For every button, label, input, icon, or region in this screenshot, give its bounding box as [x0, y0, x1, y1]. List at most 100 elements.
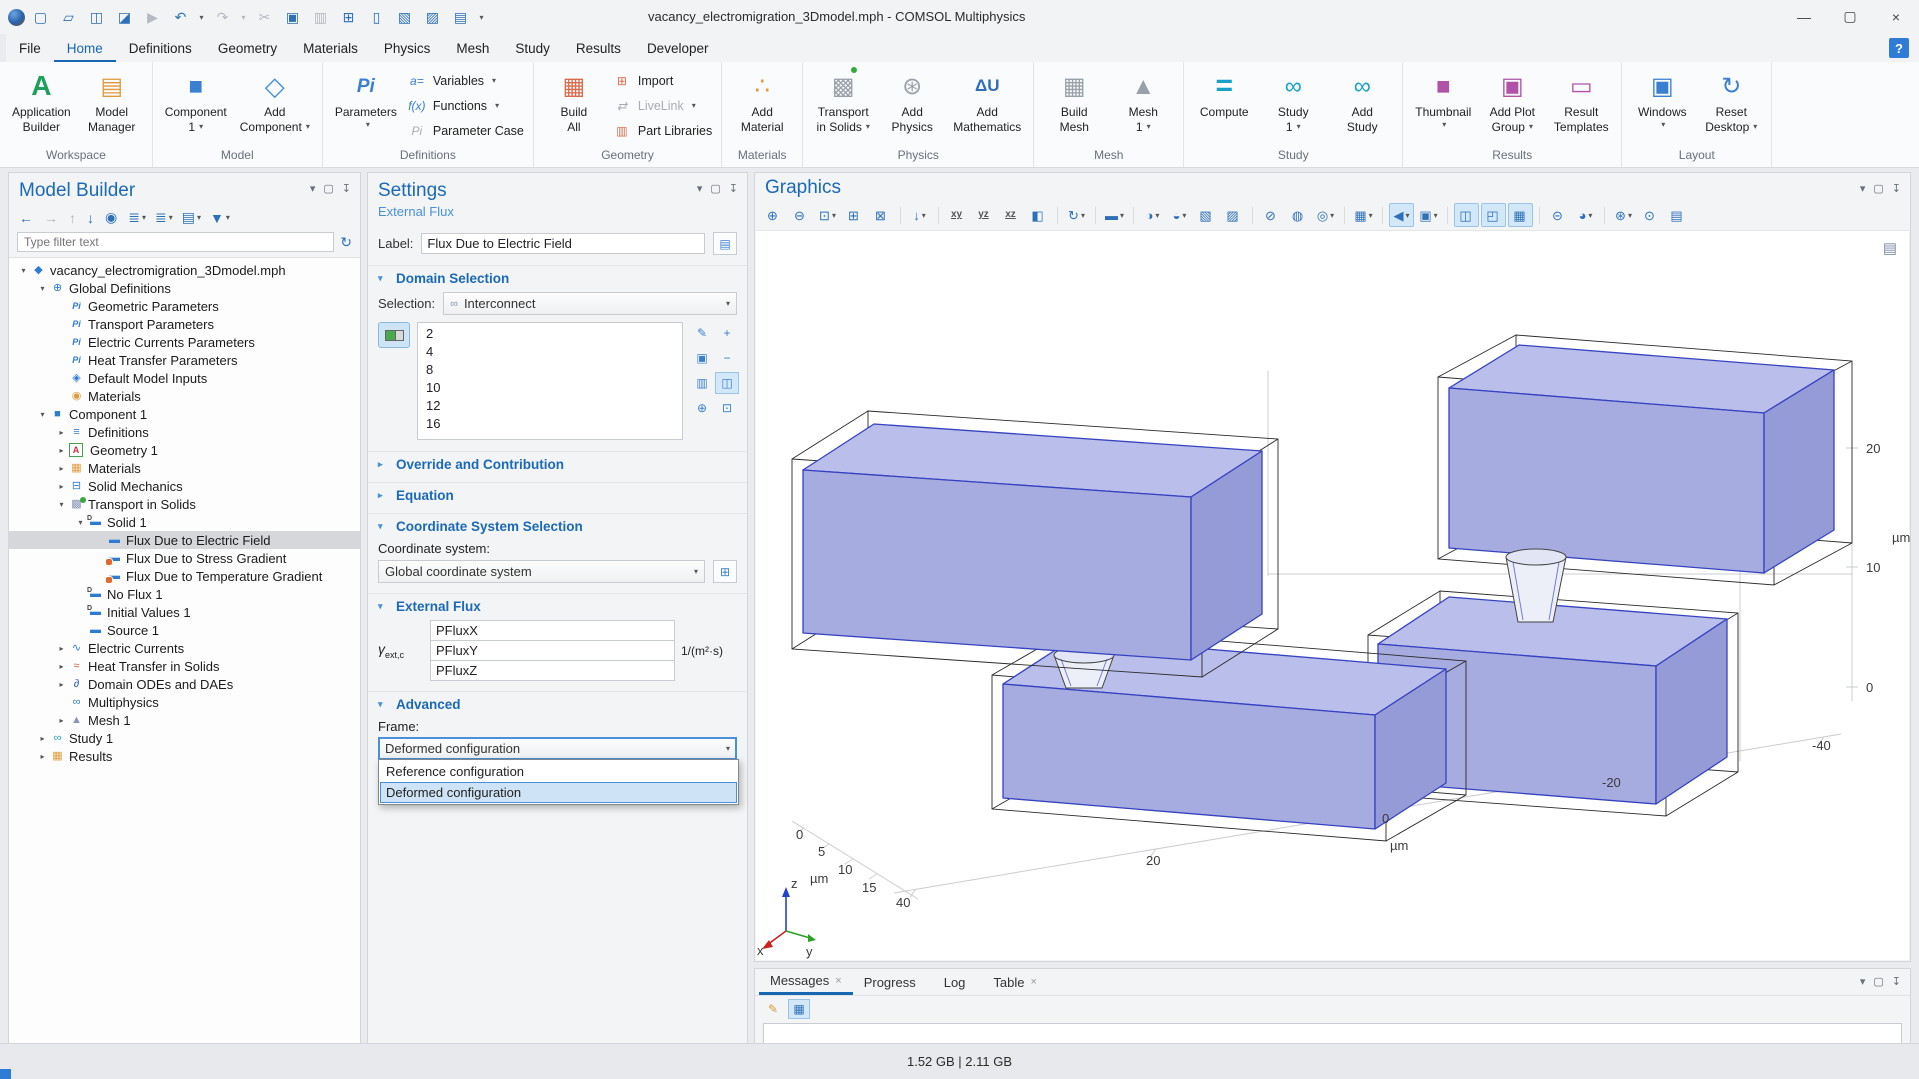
select-box-icon[interactable]: ▧	[392, 5, 417, 29]
menu-item[interactable]: Mesh	[443, 36, 502, 62]
panel-menu-icon[interactable]: ▾	[697, 182, 703, 195]
environment-icon[interactable]: ◒ ▾	[1167, 203, 1192, 227]
tree-expander-icon[interactable]: ▸	[55, 680, 68, 689]
undo-icon[interactable]: ↶	[168, 5, 193, 29]
image-effects-icon[interactable]: ◑ ▾	[1140, 203, 1165, 227]
copy-selection-icon[interactable]: ▣	[690, 347, 714, 369]
scene-appearance-icon[interactable]: ▬ ▾	[1102, 203, 1127, 227]
domain-list-item[interactable]: 8	[418, 361, 682, 379]
message-table-icon[interactable]: ▦	[788, 999, 810, 1019]
study-1-button[interactable]: ∞ Study 1▾	[1262, 67, 1324, 135]
variables-button[interactable]: a= Variables ▾	[407, 71, 524, 90]
import-button[interactable]: ⊞ Import	[612, 71, 712, 90]
menu-item[interactable]: Home	[54, 36, 116, 62]
run-icon[interactable]: ▶	[140, 5, 165, 29]
model-manager-button[interactable]: ▤ ModelManager	[81, 67, 143, 135]
deselect-box-icon[interactable]: ▨	[1221, 203, 1246, 227]
flux-x-input[interactable]	[430, 620, 675, 641]
tree-item[interactable]: ▸ ∂ Domain ODEs and DAEs	[9, 675, 360, 693]
section-equation[interactable]: ▸ Equation	[368, 482, 747, 506]
coordinate-system-combo[interactable]: Global coordinate system ▾	[378, 560, 705, 583]
filter-icon[interactable]: ▼ ▾	[210, 210, 230, 226]
tree-node-settings-icon[interactable]: ▤ ▾	[182, 209, 201, 226]
zoom-selected-icon[interactable]: ⊠	[869, 203, 894, 227]
build-all-button[interactable]: ▦ BuildAll	[543, 67, 605, 135]
tree-expander-icon[interactable]: ▸	[55, 464, 68, 473]
perspective-toggle-icon[interactable]: ◧	[1026, 203, 1051, 227]
cut-icon[interactable]: ✂	[252, 5, 277, 29]
domain-list-item[interactable]: 2	[418, 325, 682, 343]
active-selection-toggle-icon[interactable]: ◫	[715, 372, 739, 394]
section-external-flux[interactable]: ▾ External Flux	[368, 593, 747, 617]
domain-box-top-right[interactable]	[1449, 345, 1834, 573]
tree-expander-icon[interactable]: ▸	[55, 446, 68, 455]
reset-desktop-button[interactable]: ↻ Reset Desktop▾	[1700, 67, 1762, 135]
tree-expander-icon[interactable]: ▸	[55, 662, 68, 671]
frame-dropdown-option[interactable]: Reference configuration	[380, 761, 737, 782]
scene-3d[interactable]: 20 10 0 µm 40 20 0 µm -20 -40 0 5 10 15	[756, 231, 1911, 959]
go-to-source-icon[interactable]: ⊞	[713, 560, 737, 583]
messages-tab[interactable]: Messages ×	[759, 969, 853, 995]
messages-tab[interactable]: Progress	[853, 969, 933, 995]
tree-expander-icon[interactable]: ▸	[55, 716, 68, 725]
tree-expander-icon[interactable]: ▾	[74, 518, 87, 527]
panel-pin-icon[interactable]: ↧	[1892, 182, 1901, 195]
panel-pin-icon[interactable]: ↧	[1892, 975, 1901, 988]
tree-expander-icon[interactable]: ▸	[36, 734, 49, 743]
panel-float-icon[interactable]: ▢	[710, 182, 720, 195]
transport-in-solids-button[interactable]: ▩ Transport in Solids▾	[812, 67, 874, 135]
grid-view-icon[interactable]: ▦	[1508, 203, 1533, 227]
forward-icon[interactable]: →	[44, 210, 60, 226]
redo-arrow-icon[interactable]: ▾	[238, 5, 249, 29]
center-selection-icon[interactable]: ⊕	[690, 397, 714, 419]
section-advanced[interactable]: ▾ Advanced	[368, 691, 747, 715]
update-plot-icon[interactable]: ⊛ ▾	[1611, 203, 1636, 227]
tree-item[interactable]: ▸ ▦ Materials	[9, 459, 360, 477]
domain-list-item[interactable]: 16	[418, 415, 682, 433]
windows-button[interactable]: ▣ Windows ▾	[1631, 67, 1693, 130]
active-toggle[interactable]	[378, 322, 410, 348]
split-view-icon[interactable]: ◫	[1454, 203, 1479, 227]
view-xy-icon[interactable]: xy	[945, 203, 970, 227]
copy-icon[interactable]: ▣	[280, 5, 305, 29]
selection-combo[interactable]: ∞ Interconnect ▾	[443, 292, 737, 315]
tree-expander-icon[interactable]: ▾	[36, 410, 49, 419]
zoom-out-icon[interactable]: ⊖	[788, 203, 813, 227]
maximize-button[interactable]: ▢	[1827, 0, 1873, 33]
help-button[interactable]: ?	[1889, 38, 1909, 58]
add-component-button[interactable]: ◇ Add Component▾	[237, 67, 313, 135]
parameter-case-button[interactable]: Pi Parameter Case	[407, 121, 524, 140]
parameters-button[interactable]: Pi Parameters ▾	[332, 67, 400, 130]
add-selection-icon[interactable]: +	[715, 322, 739, 344]
tree-filter-input[interactable]	[17, 232, 334, 252]
application-builder-button[interactable]: A ApplicationBuilder	[9, 67, 74, 135]
view-xz-icon[interactable]: xz	[999, 203, 1024, 227]
move-down-icon[interactable]: ↓	[87, 210, 96, 226]
menu-item[interactable]: Physics	[371, 36, 444, 62]
sketch-selection-icon[interactable]: ✎	[690, 322, 714, 344]
graphics-canvas[interactable]: ▤	[756, 230, 1909, 960]
flux-z-input[interactable]	[430, 660, 675, 681]
panel-float-icon[interactable]: ▢	[1873, 975, 1883, 988]
tree-expander-icon[interactable]: ▸	[55, 644, 68, 653]
tree-item[interactable]: ▸ ▲ Mesh 1	[9, 711, 360, 729]
label-options-icon[interactable]: ▤	[713, 232, 737, 255]
snapshot-icon[interactable]: ⊙	[1638, 203, 1663, 227]
tree-item[interactable]: Pi Geometric Parameters	[9, 297, 360, 315]
menu-item[interactable]: Study	[502, 36, 563, 62]
redo-icon[interactable]: ↷	[210, 5, 235, 29]
add-study-button[interactable]: ∞ AddStudy	[1331, 67, 1393, 135]
menu-item[interactable]: Geometry	[205, 36, 290, 62]
save-icon[interactable]: ◫	[84, 5, 109, 29]
tree-item[interactable]: ▸ ▦ Results	[9, 747, 360, 765]
close-tab-icon[interactable]: ×	[835, 975, 841, 987]
component-1-button[interactable]: ■ Component 1▾	[162, 67, 230, 135]
panel-float-icon[interactable]: ▢	[323, 182, 333, 195]
tree-item[interactable]: ▸ ⊟ Solid Mechanics	[9, 477, 360, 495]
default-view-icon[interactable]: ◀ ▾	[1389, 203, 1414, 227]
tree-item[interactable]: ▬ Flux Due to Stress Gradient	[9, 549, 360, 567]
tree-item[interactable]: ▾ ▩ Transport in Solids	[9, 495, 360, 513]
menu-item[interactable]: Developer	[634, 36, 722, 62]
back-icon[interactable]: ←	[19, 210, 35, 226]
zoom-extents-icon[interactable]: ⊞	[842, 203, 867, 227]
